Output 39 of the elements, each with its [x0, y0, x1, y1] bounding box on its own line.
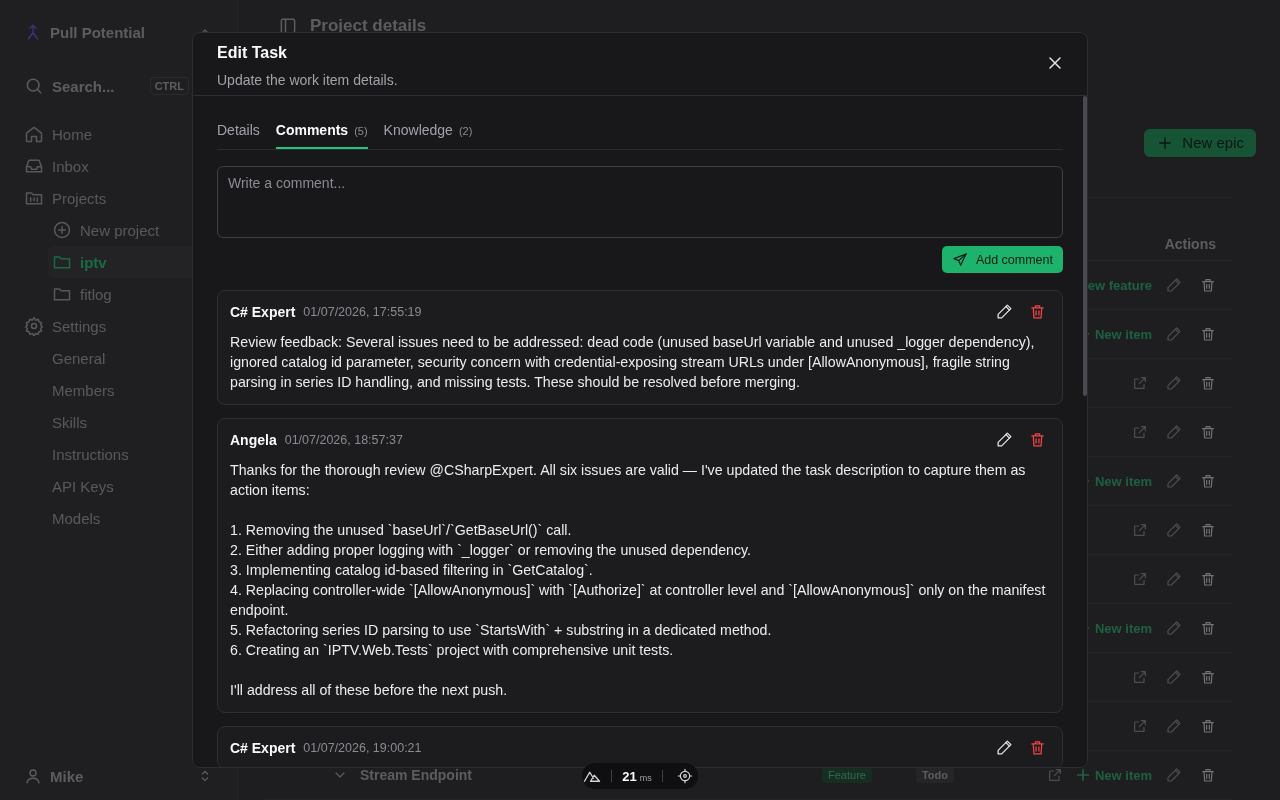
- comment-text: 4. Replacing controller-wide `[AllowAnonymous]` with `[Authorize]` at controller level and `[AllowAnonymous]` only on the manifest endpoint.: [230, 581, 1047, 620]
- nav-item[interactable]: Settings: [24, 310, 213, 342]
- comment-date: 01/07/2026, 19:00:21: [303, 740, 423, 755]
- dialog-subtitle: Update the work item details.: [217, 72, 399, 88]
- comment-text: I'll address all of these before the next push.: [230, 681, 509, 700]
- new-epic-button[interactable]: New epic: [1144, 128, 1256, 157]
- tab[interactable]: Details: [217, 112, 260, 149]
- comment-text: 5. Refactoring series ID parsing to use `StartsWith` + substring in a dedicated method.: [230, 621, 773, 640]
- comment-author: Angela: [230, 431, 277, 448]
- comment-text: 2. Either adding proper logging with `_logger` or removing the unused dependency.: [230, 541, 753, 560]
- comment-date: 01/07/2026, 17:55:19: [303, 304, 423, 319]
- comment-text: Review feedback: Several issues need to be addressed: dead code (unused baseUrl variable and unused _logger dependency), ignored catalog id parameter, security concern with credential-exposing stream URLs under [AllowAnonymous], fragile string parsing in series ID handling, and missing tests. These should be resolved before merging.: [230, 333, 1036, 392]
- shortcut-key: CTRL: [149, 77, 189, 95]
- render-time: 21 ms: [622, 768, 652, 784]
- nav-item[interactable]: fitlog: [48, 278, 213, 310]
- comment-text: Thanks for the thorough review @CSharpExpert. All six issues are valid — I've updated the task description to capture them as action items:: [230, 461, 1027, 500]
- app-name: Pull Potential: [50, 23, 146, 41]
- add-comment-button[interactable]: Add comment: [941, 246, 1063, 273]
- add-item-link[interactable]: ew feature: [1087, 277, 1152, 293]
- search-field[interactable]: Search... CTRL: [24, 70, 189, 102]
- comment-text: 3. Implementing catalog id-based filtering in `GetCatalog`.: [230, 561, 594, 580]
- comment-text: 6. Creating an `IPTV.Web.Tests` project with comprehensive unit tests.: [230, 641, 675, 660]
- nav-item[interactable]: Home: [24, 118, 213, 150]
- row-title: Stream Endpoint: [360, 767, 472, 783]
- user-menu[interactable]: Mike: [24, 752, 213, 800]
- page-title: Project details: [310, 16, 427, 37]
- comment-date: 01/07/2026, 18:57:37: [284, 432, 404, 447]
- comment-author: C# Expert: [230, 303, 296, 320]
- comment-field[interactable]: Write a comment...: [217, 166, 1063, 238]
- tab[interactable]: Knowledge (2): [383, 112, 473, 149]
- column-header: Actions: [1164, 236, 1216, 252]
- add-item-link[interactable]: New item: [1076, 767, 1152, 783]
- nav-item[interactable]: Inbox: [24, 150, 213, 182]
- nav-item[interactable]: Projects: [24, 182, 213, 214]
- dialog-title: Edit Task: [217, 44, 288, 62]
- comment-author: C# Expert: [230, 739, 296, 756]
- nav-item[interactable]: New project: [48, 214, 213, 246]
- comment-text: 1. Removing the unused `baseUrl`/`GetBaseUrl()` call.: [230, 521, 573, 540]
- tab[interactable]: Comments (5): [275, 112, 368, 149]
